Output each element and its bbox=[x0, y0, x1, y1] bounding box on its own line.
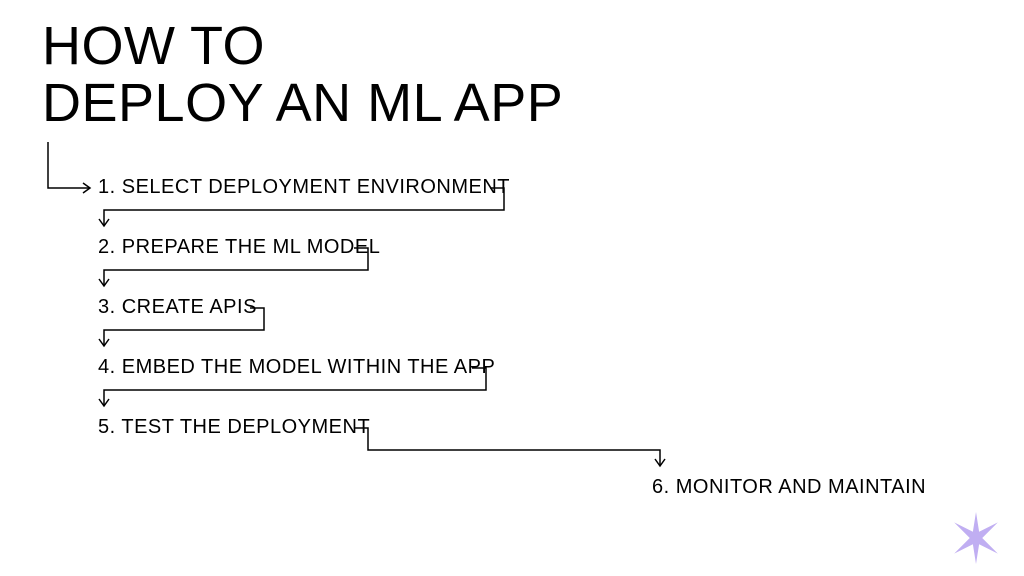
step-2: 2. PREPARE THE ML MODEL bbox=[98, 236, 380, 259]
title-line-2: DEPLOY AN ML APP bbox=[42, 73, 563, 133]
page-title: HOW TO DEPLOY AN ML APP bbox=[42, 18, 563, 131]
step-3: 3. CREATE APIS bbox=[98, 296, 257, 319]
step-5: 5. TEST THE DEPLOYMENT bbox=[98, 416, 370, 439]
asterisk-icon bbox=[950, 512, 1002, 564]
step-1: 1. SELECT DEPLOYMENT ENVIRONMENT bbox=[98, 176, 510, 199]
step-4: 4. EMBED THE MODEL WITHIN THE APP bbox=[98, 356, 495, 379]
title-line-1: HOW TO bbox=[42, 16, 265, 76]
step-6: 6. MONITOR AND MAINTAIN bbox=[652, 476, 926, 499]
